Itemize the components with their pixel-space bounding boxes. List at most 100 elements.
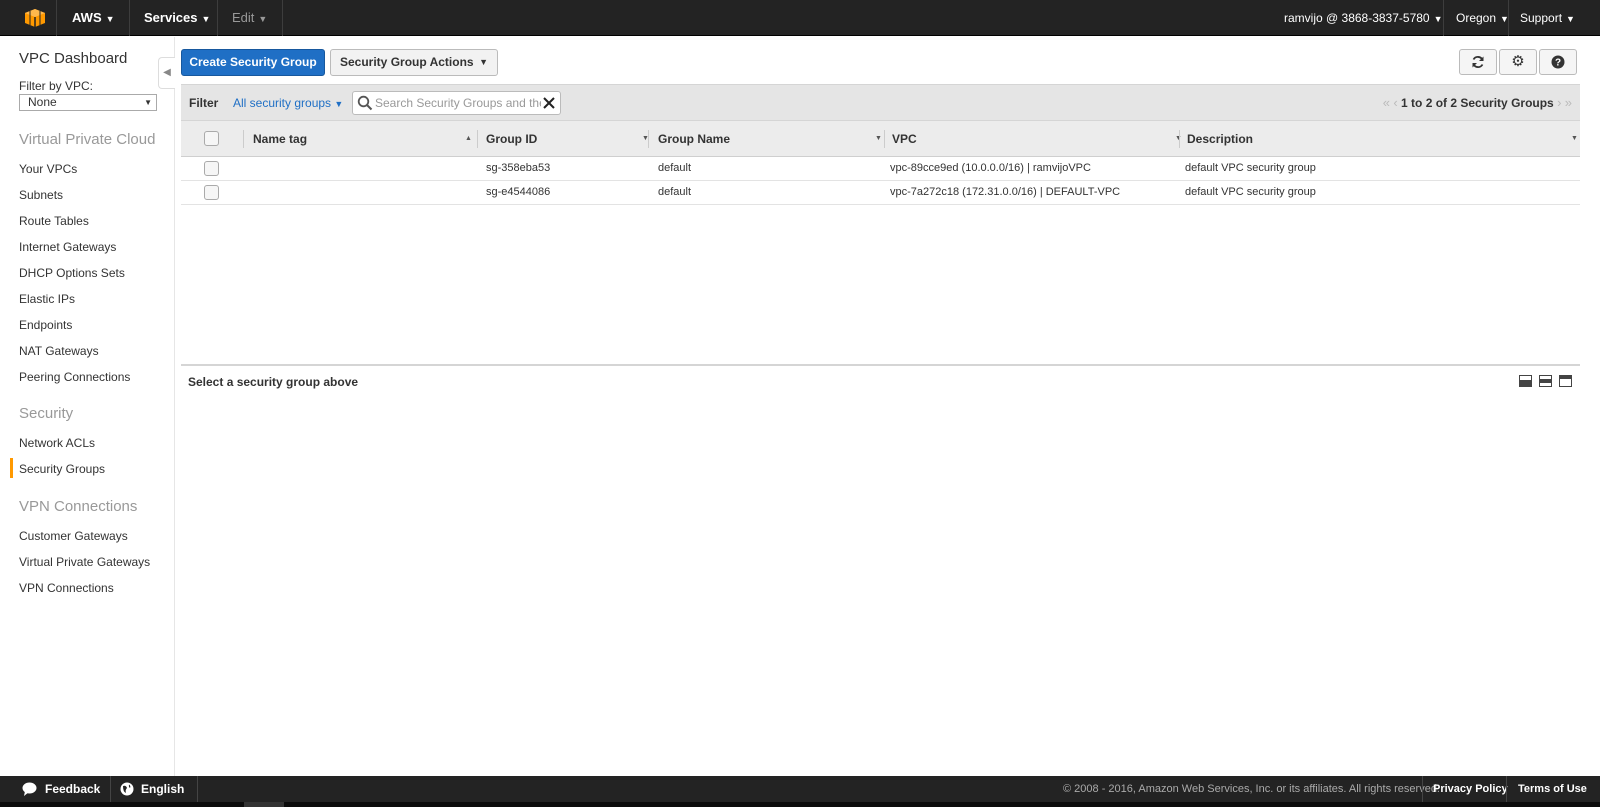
sidebar-item-subnets[interactable]: Subnets (19, 188, 63, 202)
search-box (352, 91, 561, 115)
services-menu[interactable]: Services ▼ (144, 0, 210, 36)
help-button[interactable]: ? (1539, 49, 1577, 75)
footer-divider (110, 776, 111, 802)
sort-icon: ▼ (875, 135, 882, 142)
cell-group-id: sg-e4544086 (486, 186, 551, 198)
pagination-status: 1 to 2 of 2 Security Groups (1401, 96, 1554, 110)
chevron-down-icon: ▼ (334, 99, 344, 109)
sidebar: VPC Dashboard Filter by VPC: None ▼ Virtu… (0, 37, 175, 776)
sidebar-item-network-acls[interactable]: Network ACLs (19, 436, 95, 450)
nav-divider (1508, 0, 1509, 36)
account-menu[interactable]: ramvijo @ 3868-3837-5780 ▼ (1284, 0, 1443, 36)
aws-menu-label: AWS (72, 10, 102, 25)
cell-vpc: vpc-89cce9ed (10.0.0.0/16) | ramvijoVPC (890, 162, 1091, 174)
security-group-filter-dropdown[interactable]: All security groups ▼ (233, 85, 343, 122)
footer-divider (197, 776, 198, 802)
search-input[interactable] (375, 94, 541, 112)
table-row[interactable]: sg-358eba53 default vpc-89cce9ed (10.0.0… (181, 157, 1580, 181)
table-header: Name tag▲ Group ID▼ Group Name▼ VPC▼ Des… (181, 120, 1580, 157)
support-menu-label: Support (1520, 11, 1563, 25)
column-header-vpc[interactable]: VPC▼ (892, 121, 1182, 157)
sidebar-item-virtual-private-gateways[interactable]: Virtual Private Gateways (19, 555, 150, 569)
aws-logo-icon[interactable] (24, 8, 46, 28)
region-menu-label: Oregon (1456, 11, 1497, 25)
column-header-description[interactable]: Description ▼ (1187, 121, 1578, 157)
sidebar-heading-vpc: Virtual Private Cloud (19, 131, 156, 148)
column-divider (477, 130, 478, 148)
privacy-policy-link[interactable]: Privacy Policy (1433, 776, 1508, 802)
sidebar-item-internet-gateways[interactable]: Internet Gateways (19, 240, 116, 254)
next-page-icon[interactable]: › (1557, 95, 1561, 110)
sidebar-item-route-tables[interactable]: Route Tables (19, 214, 89, 228)
sidebar-item-endpoints[interactable]: Endpoints (19, 318, 72, 332)
nav-divider (56, 0, 57, 36)
nav-divider (129, 0, 130, 36)
pane-resize-handle[interactable] (181, 364, 1580, 366)
filter-bar: Filter All security groups ▼ « ‹ 1 to 2 … (181, 84, 1580, 120)
copyright-text: © 2008 - 2016, Amazon Web Services, Inc.… (1063, 783, 1440, 795)
column-header-group-id[interactable]: Group ID ▼ (486, 121, 651, 157)
language-selector[interactable]: English (141, 776, 184, 802)
select-all-checkbox[interactable] (204, 131, 219, 146)
refresh-button[interactable] (1459, 49, 1497, 75)
clear-search-icon[interactable] (541, 95, 557, 111)
nav-divider (1443, 0, 1444, 36)
support-menu[interactable]: Support ▼ (1520, 0, 1575, 36)
column-label: Name tag (253, 132, 308, 146)
sort-icon: ▼ (1571, 135, 1578, 142)
chevron-left-icon: ◀ (163, 67, 171, 78)
cell-group-name: default (658, 162, 692, 174)
layout-bottom-pane-icon[interactable] (1519, 375, 1532, 387)
sidebar-item-elastic-ips[interactable]: Elastic IPs (19, 292, 75, 306)
collapse-sidebar-button[interactable]: ◀ (158, 57, 175, 89)
sidebar-dashboard-link[interactable]: VPC Dashboard (19, 50, 127, 67)
row-checkbox[interactable] (204, 185, 219, 200)
sidebar-item-your-vpcs[interactable]: Your VPCs (19, 162, 77, 176)
settings-button[interactable]: ⚙ (1499, 49, 1537, 75)
last-page-icon[interactable]: » (1565, 95, 1572, 110)
cell-description: default VPC security group (1185, 186, 1316, 198)
layout-top-pane-icon[interactable] (1559, 375, 1572, 387)
create-security-group-button[interactable]: Create Security Group (181, 49, 325, 76)
column-header-group-name[interactable]: Group Name ▼ (658, 121, 888, 157)
filter-dropdown-label: All security groups (233, 96, 332, 110)
help-icon: ? (1551, 55, 1565, 69)
services-menu-label: Services (144, 10, 198, 25)
search-icon (357, 95, 373, 111)
region-menu[interactable]: Oregon ▼ (1456, 0, 1509, 36)
os-taskbar (0, 802, 1600, 807)
feedback-link[interactable]: Feedback (45, 776, 100, 802)
column-header-name-tag[interactable]: Name tag ▲ (253, 121, 473, 157)
filter-by-vpc-select[interactable]: None ▼ (19, 94, 157, 111)
pagination: « ‹ 1 to 2 of 2 Security Groups › » (1383, 85, 1572, 121)
sidebar-item-peering-connections[interactable]: Peering Connections (19, 370, 130, 384)
sidebar-item-dhcp-options-sets[interactable]: DHCP Options Sets (19, 266, 125, 280)
column-label: Description (1187, 132, 1254, 146)
layout-split-pane-icon[interactable] (1539, 375, 1552, 387)
security-group-actions-button[interactable]: Security Group Actions ▼ (330, 49, 498, 76)
globe-icon (120, 782, 134, 796)
cell-group-id: sg-358eba53 (486, 162, 551, 174)
sidebar-item-nat-gateways[interactable]: NAT Gateways (19, 344, 99, 358)
table-row[interactable]: sg-e4544086 default vpc-7a272c18 (172.31… (181, 181, 1580, 205)
first-page-icon[interactable]: « (1383, 95, 1390, 110)
nav-divider (282, 0, 283, 36)
terms-of-use-link[interactable]: Terms of Use (1518, 776, 1587, 802)
sidebar-item-vpn-connections[interactable]: VPN Connections (19, 581, 114, 595)
sidebar-heading-vpn: VPN Connections (19, 498, 138, 515)
chevron-down-icon: ▼ (479, 57, 488, 67)
column-divider (243, 130, 244, 148)
sidebar-item-customer-gateways[interactable]: Customer Gateways (19, 529, 128, 543)
aws-menu[interactable]: AWS ▼ (72, 0, 115, 36)
edit-menu-label: Edit (232, 10, 255, 25)
edit-menu[interactable]: Edit ▼ (232, 0, 267, 36)
cell-group-name: default (658, 186, 692, 198)
taskbar-button[interactable] (244, 802, 284, 807)
row-checkbox[interactable] (204, 161, 219, 176)
active-item-indicator (10, 458, 13, 478)
column-label: VPC (892, 132, 917, 146)
sidebar-item-security-groups[interactable]: Security Groups (19, 462, 105, 476)
top-navbar: AWS ▼ Services ▼ Edit ▼ ramvijo @ 3868-3837… (0, 0, 1600, 36)
sidebar-heading-security: Security (19, 405, 74, 422)
previous-page-icon[interactable]: ‹ (1393, 95, 1397, 110)
